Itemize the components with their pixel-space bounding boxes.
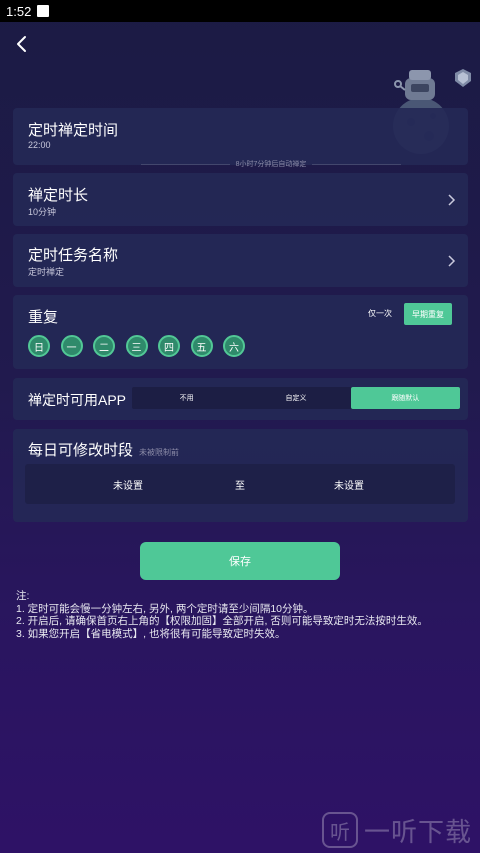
day-mon[interactable]: 一 <box>60 335 83 357</box>
edit-period-separator: 至 <box>235 481 245 492</box>
timer-hint-text: 8小时7分钟后自动禅定 <box>235 161 307 168</box>
apps-option-custom[interactable]: 自定义 <box>241 387 350 409</box>
chevron-right-icon <box>448 255 456 267</box>
apps-option-none[interactable]: 不用 <box>132 387 241 409</box>
status-bar: 1:52 <box>0 0 480 22</box>
edit-period-title: 每日可修改时段 未被限制前 <box>28 439 179 460</box>
day-tue[interactable]: 二 <box>93 335 115 357</box>
workday-repeat-button[interactable]: 早期重复 <box>404 303 452 325</box>
day-thu[interactable]: 四 <box>158 335 180 357</box>
repeat-title: 重复 <box>28 309 59 326</box>
edit-period-card: 每日可修改时段 未被限制前 未设置 至 未设置 <box>13 429 468 522</box>
edit-period-title-text: 每日可修改时段 <box>28 442 134 459</box>
day-sun[interactable]: 日 <box>28 335 50 357</box>
apps-title: 禅定时可用APP <box>28 392 127 408</box>
duration-value: 10分钟 <box>28 207 57 217</box>
duration-card[interactable]: 禅定时长 10分钟 <box>13 173 468 226</box>
watermark-logo-icon: 听 <box>322 812 358 848</box>
timer-card[interactable]: 定时禅定时间 22:00 8小时7分钟后自动禅定 <box>13 108 468 168</box>
repeat-card: 重复 仅一次 早期重复 日 一 二 三 四 五 六 <box>13 295 468 369</box>
notes-heading: 注: <box>16 590 30 602</box>
watermark: 听 一听下载 <box>322 812 478 848</box>
duration-title: 禅定时长 <box>28 187 89 204</box>
timer-title: 定时禅定时间 <box>28 122 119 139</box>
notification-icon <box>37 5 50 17</box>
chevron-right-icon <box>448 194 456 206</box>
task-name-title: 定时任务名称 <box>28 247 119 264</box>
note-line-2: 2. 开启后, 请确保首页右上角的【权限加固】全部开启, 否则可能导致定时无法按… <box>16 615 428 627</box>
status-time: 1:52 <box>6 3 32 19</box>
edit-period-range: 未设置 至 未设置 <box>25 464 455 504</box>
task-name-value: 定时禅定 <box>28 267 65 277</box>
notes: 注: 1. 定时可能会慢一分钟左右, 另外, 两个定时请至少间隔10分钟。 2.… <box>16 590 428 640</box>
day-fri[interactable]: 五 <box>190 335 213 357</box>
day-wed[interactable]: 三 <box>125 335 148 357</box>
day-sat[interactable]: 六 <box>223 335 245 357</box>
chevron-left-icon[interactable] <box>12 34 32 54</box>
task-name-card[interactable]: 定时任务名称 定时禅定 <box>13 234 468 287</box>
watermark-text: 一听下载 <box>364 816 473 847</box>
note-line-1: 1. 定时可能会慢一分钟左右, 另外, 两个定时请至少间隔10分钟。 <box>16 602 314 615</box>
timer-value: 22:00 <box>28 140 51 150</box>
edit-period-end[interactable]: 未设置 <box>334 477 364 492</box>
once-option[interactable]: 仅一次 <box>368 308 392 319</box>
timer-hint: 8小时7分钟后自动禅定 <box>141 159 402 169</box>
apps-card: 禅定时可用APP 不用 自定义 跟随默认 <box>13 378 468 420</box>
note-line-3: 3. 如果您开启【省电模式】, 也将很有可能导致定时失效。 <box>16 627 286 640</box>
shield-icon[interactable] <box>454 68 472 88</box>
edit-period-note: 未被限制前 <box>139 448 180 457</box>
edit-period-start[interactable]: 未设置 <box>113 477 143 492</box>
weekday-selector: 日 一 二 三 四 五 六 <box>28 335 256 357</box>
apps-option-default[interactable]: 跟随默认 <box>350 387 460 409</box>
save-button[interactable]: 保存 <box>140 542 340 580</box>
apps-mode-selector: 不用 自定义 跟随默认 <box>132 387 460 409</box>
